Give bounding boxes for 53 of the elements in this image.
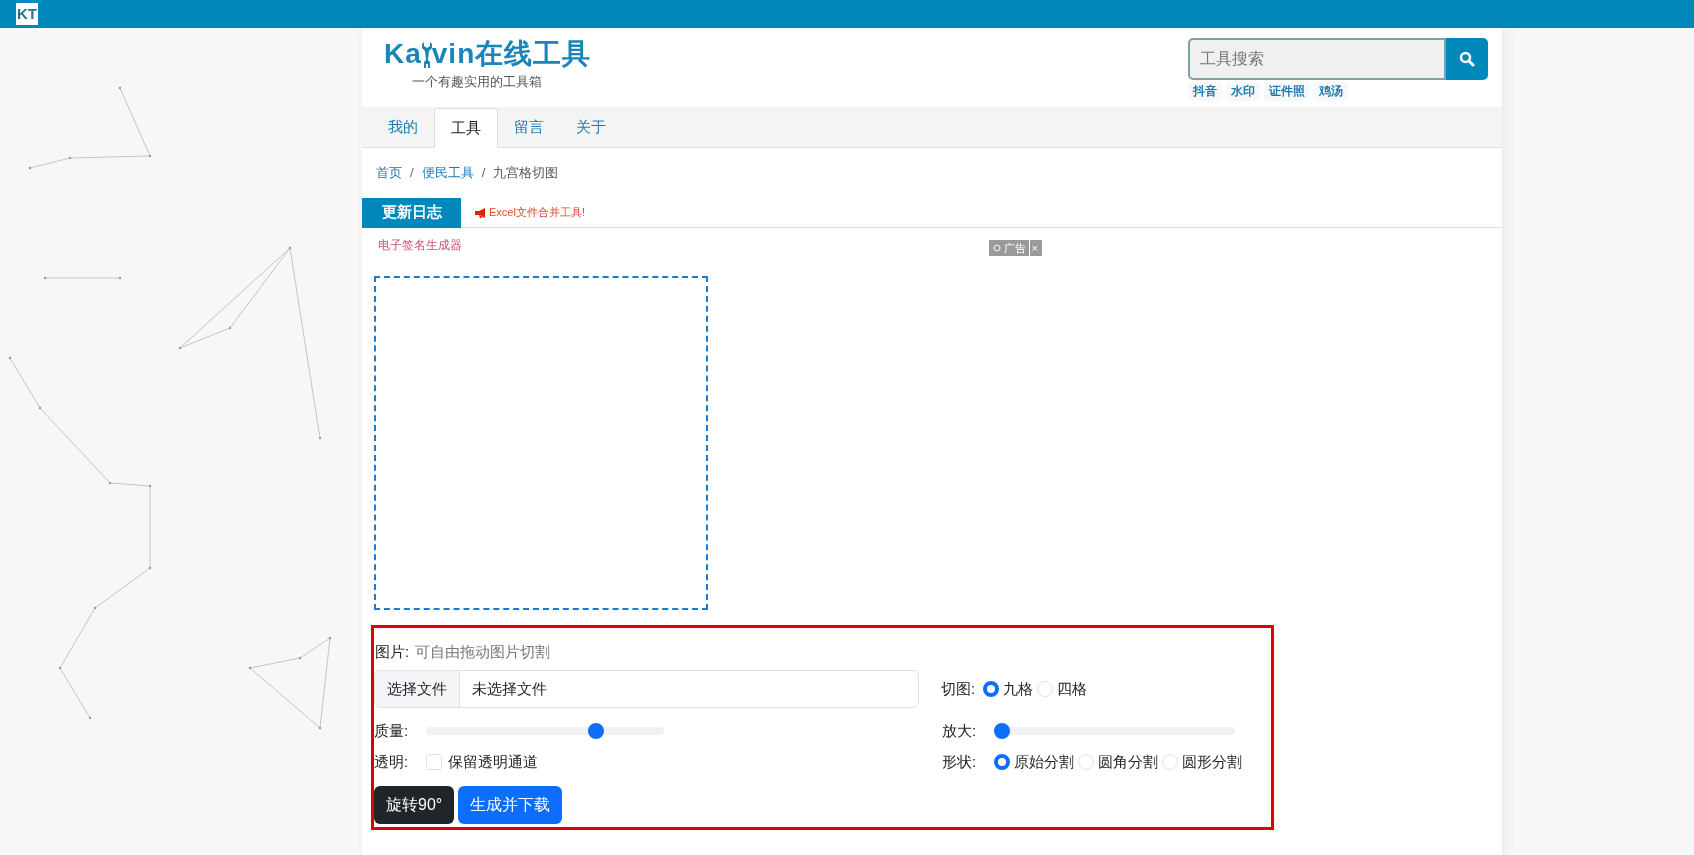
- file-name: 未选择文件: [471, 678, 548, 699]
- ad-label: 广告: [1003, 240, 1026, 256]
- update-log-label: 更新日志: [362, 197, 461, 228]
- hot-tag-link[interactable]: 水印: [1226, 82, 1260, 101]
- slider[interactable]: [426, 723, 664, 739]
- slider[interactable]: [994, 723, 1235, 739]
- field-label: 放大:: [942, 720, 978, 741]
- breadcrumb-link[interactable]: 首页: [376, 163, 402, 183]
- logo-text: vin在线工具: [431, 38, 592, 70]
- megaphone-icon: [475, 207, 487, 218]
- radio-label: 九格: [1003, 678, 1034, 699]
- checkbox[interactable]: [426, 754, 442, 770]
- breadcrumb-link[interactable]: 便民工具: [421, 163, 474, 183]
- hint-text: 可自由拖动图片切割: [415, 641, 551, 662]
- download-button[interactable]: 生成并下载: [458, 786, 563, 824]
- nav-tab[interactable]: 关于: [560, 107, 622, 147]
- slider-thumb[interactable]: [994, 723, 1010, 739]
- slogan: 一个有趣实用的工具箱: [412, 73, 543, 91]
- hot-tag-link[interactable]: 证件照: [1264, 82, 1310, 101]
- radio-label: 圆角分割: [1098, 751, 1158, 772]
- field-label: 质量:: [374, 720, 410, 741]
- search-icon: [1459, 51, 1475, 67]
- rotate-button[interactable]: 旋转90°: [374, 786, 455, 824]
- hot-tag-link[interactable]: 抖音: [1188, 82, 1222, 101]
- ad-close[interactable]: ×: [1028, 239, 1038, 257]
- breadcrumb-separator: /: [410, 164, 414, 183]
- nav-tab[interactable]: 工具: [434, 108, 498, 148]
- radio-button[interactable]: [994, 754, 1010, 770]
- choose-file-button[interactable]: 选择文件: [375, 671, 460, 707]
- nav-tab[interactable]: 留言: [498, 107, 560, 147]
- site-logo[interactable]: KT: [16, 3, 38, 25]
- radio-label: 圆形分割: [1182, 751, 1242, 772]
- breadcrumb-current: 九宫格切图: [493, 164, 559, 183]
- field-label: 透明:: [374, 751, 410, 772]
- file-input[interactable]: 选择文件 未选择文件: [374, 670, 919, 708]
- hot-tag-link[interactable]: 鸡汤: [1314, 82, 1348, 101]
- nav-tab[interactable]: 我的: [372, 107, 434, 147]
- field-label: 切图:: [941, 678, 976, 699]
- field-label: 形状:: [942, 751, 978, 772]
- news-link[interactable]: Excel文件合并工具!: [489, 204, 585, 221]
- checkbox-label: 保留透明通道: [448, 751, 538, 772]
- search-field[interactable]: 工具搜索: [1188, 38, 1446, 80]
- logo-text: Ka: [384, 38, 422, 70]
- ad-icon: [992, 244, 1001, 252]
- search-button[interactable]: [1446, 38, 1488, 80]
- radio-label: 四格: [1057, 678, 1088, 699]
- radio-label: 原始分割: [1014, 751, 1074, 772]
- field-label: 图片:: [375, 641, 410, 662]
- promo-link[interactable]: 电子签名生成器: [378, 236, 462, 254]
- breadcrumb-separator: /: [481, 164, 486, 183]
- slider-thumb[interactable]: [588, 723, 605, 739]
- radio-button[interactable]: [983, 681, 1000, 697]
- wrench-icon: [421, 42, 432, 68]
